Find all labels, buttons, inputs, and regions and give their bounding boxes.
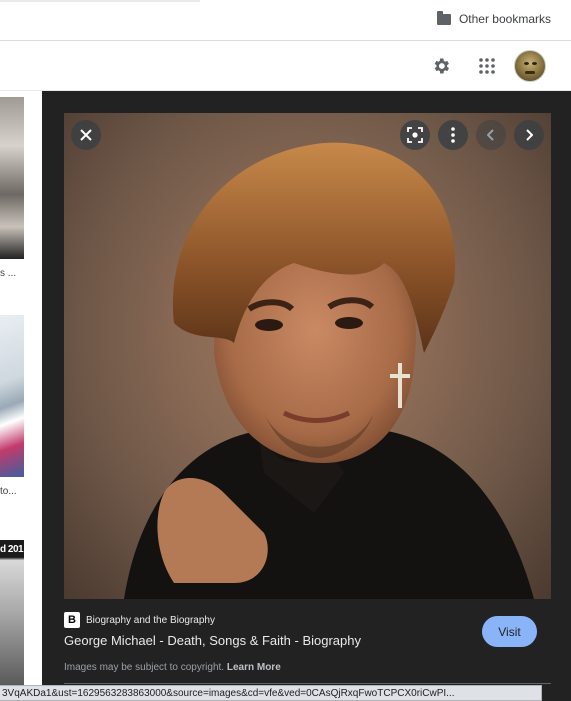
more-vert-icon	[451, 127, 455, 143]
status-bar-url: 3VqAKDa1&ust=1629563283863000&source=ima…	[0, 685, 542, 701]
close-icon	[80, 129, 92, 141]
result-thumbnail[interactable]	[0, 315, 24, 477]
user-avatar[interactable]	[514, 50, 546, 82]
copyright-notice: Images may be subject to copyright. Lear…	[64, 662, 281, 673]
folder-icon	[436, 10, 451, 25]
previous-image-button[interactable]	[476, 120, 506, 150]
result-thumbnail-text: d 201	[0, 544, 24, 555]
apps-grid-icon[interactable]	[475, 54, 499, 78]
learn-more-link[interactable]: Learn More	[227, 662, 281, 673]
lens-button[interactable]	[400, 120, 430, 150]
tab-strip-edge	[0, 0, 200, 2]
source-name: Biography and the Biography	[86, 614, 215, 626]
other-bookmarks[interactable]: Other bookmarks	[436, 10, 551, 26]
avatar-mouth	[525, 71, 535, 74]
lens-icon	[407, 127, 423, 143]
chevron-right-icon	[526, 129, 533, 141]
other-bookmarks-label: Other bookmarks	[458, 12, 551, 26]
portrait-illustration	[124, 142, 534, 599]
close-button[interactable]	[71, 120, 101, 150]
image-title-link[interactable]: George Michael - Death, Songs & Faith - …	[64, 633, 361, 648]
result-thumbnail[interactable]	[0, 97, 24, 259]
copyright-text: Images may be subject to copyright.	[64, 662, 225, 673]
chevron-left-icon	[487, 129, 494, 141]
next-image-button[interactable]	[514, 120, 544, 150]
source-favicon: B	[64, 612, 80, 628]
result-caption[interactable]: to...	[0, 486, 17, 497]
result-caption[interactable]: s ...	[0, 268, 16, 279]
more-options-button[interactable]	[438, 120, 468, 150]
image-source[interactable]: B Biography and the Biography	[64, 612, 215, 628]
preview-image[interactable]	[64, 113, 551, 599]
visit-button[interactable]: Visit	[482, 616, 537, 647]
gear-icon[interactable]	[429, 54, 453, 78]
bookmarks-bar: Other bookmarks	[0, 0, 571, 41]
result-thumbnail[interactable]	[0, 540, 24, 685]
avatar-eye	[532, 62, 537, 65]
avatar-eye	[524, 62, 529, 65]
divider	[64, 683, 551, 684]
